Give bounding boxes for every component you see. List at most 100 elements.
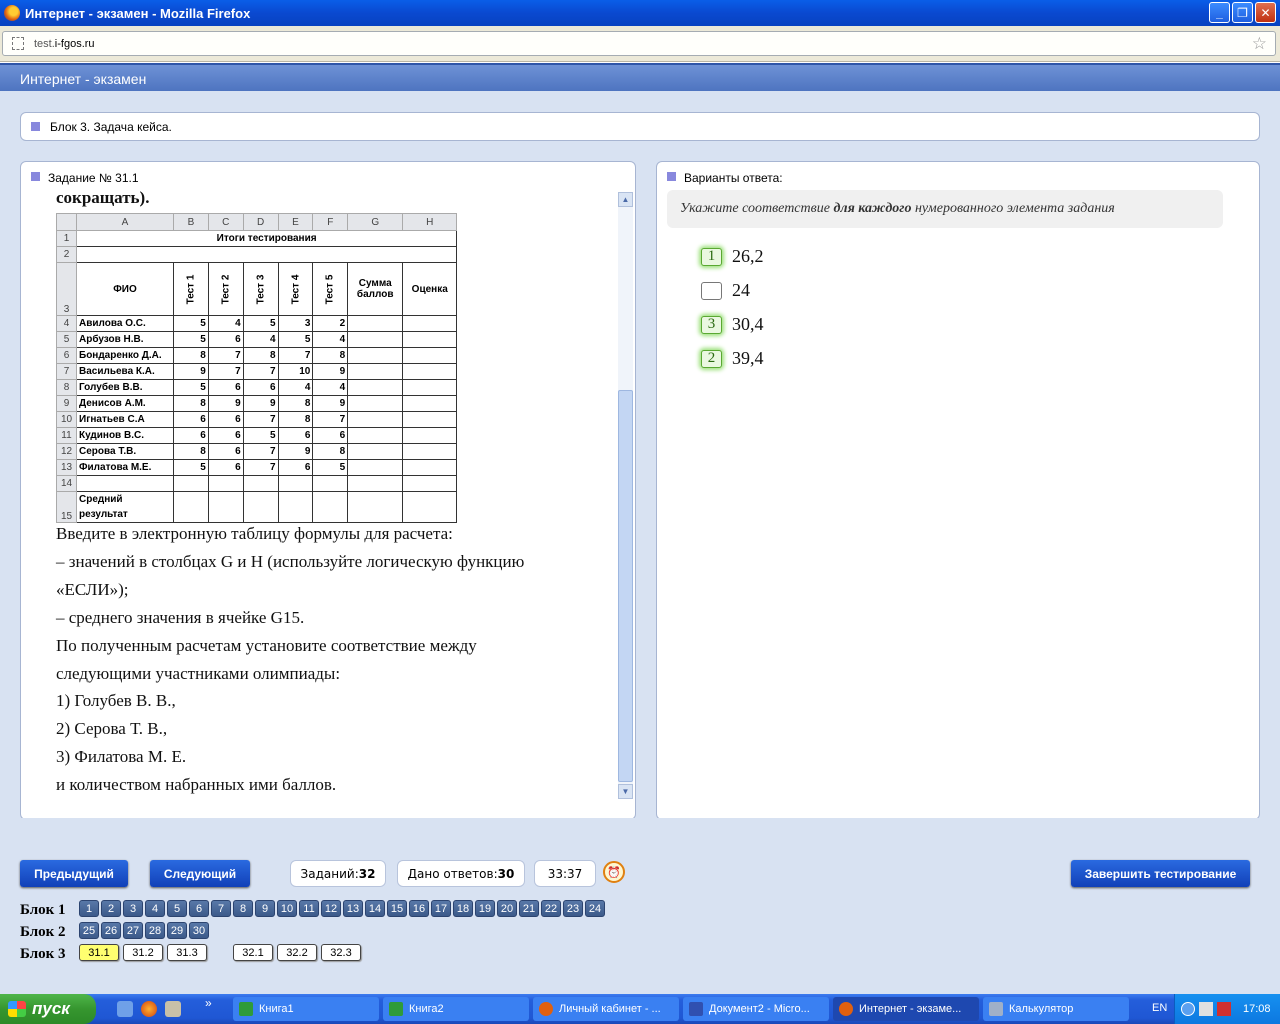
- tray-antivirus-icon[interactable]: [1217, 1002, 1231, 1016]
- spreadsheet-table: A B C D E F G H 1 Итоги тестирования 2 3…: [56, 213, 458, 523]
- header-test: Тест 1: [185, 274, 197, 304]
- answer-option[interactable]: 3 30,4: [701, 314, 764, 335]
- question-button[interactable]: 17: [431, 900, 451, 917]
- question-button[interactable]: 8: [233, 900, 253, 917]
- question-button[interactable]: 31.3: [167, 944, 207, 961]
- answer-mark-box[interactable]: [701, 281, 722, 300]
- sheet-row: 4 Авилова О.С. 5 4 5 3 2: [56, 315, 458, 332]
- question-button[interactable]: 14: [365, 900, 385, 917]
- question-button[interactable]: 3: [123, 900, 143, 917]
- question-button[interactable]: 11: [299, 900, 319, 917]
- close-button[interactable]: ✕: [1255, 2, 1276, 23]
- question-button[interactable]: 31.2: [123, 944, 163, 961]
- empty-cell: [347, 379, 404, 396]
- question-button[interactable]: 32.1: [233, 944, 273, 961]
- answer-mark-box[interactable]: 2: [701, 349, 722, 368]
- score-cell: 3: [277, 315, 314, 332]
- taskbar-item[interactable]: Книга2: [383, 997, 529, 1021]
- taskbar-item[interactable]: Личный кабинет - ...: [533, 997, 679, 1021]
- taskbar-item[interactable]: Калькулятор: [983, 997, 1129, 1021]
- score-cell: 9: [277, 443, 314, 460]
- score-cell: 7: [242, 443, 279, 460]
- question-button[interactable]: 16: [409, 900, 429, 917]
- quick-launch-chevron[interactable]: »: [205, 996, 212, 1010]
- start-button[interactable]: пуск: [0, 994, 96, 1024]
- question-button[interactable]: 4: [145, 900, 165, 917]
- question-button[interactable]: 20: [497, 900, 517, 917]
- tray-arrow-icon[interactable]: [1181, 1002, 1195, 1016]
- sheet-row: 9 Денисов А.М. 8 9 9 8 9: [56, 395, 458, 412]
- bullet-square-icon: [667, 172, 676, 181]
- timer: 33:37: [534, 860, 596, 887]
- question-button[interactable]: 22: [541, 900, 561, 917]
- column-header: E: [277, 213, 314, 231]
- row-number: 11: [56, 427, 77, 444]
- answer-mark-box[interactable]: 1: [701, 247, 722, 266]
- answer-mark-box[interactable]: 3: [701, 315, 722, 334]
- scroll-up-arrow-icon[interactable]: ▲: [618, 192, 633, 207]
- quick-launch-firefox-icon[interactable]: [141, 1001, 157, 1017]
- quick-launch-ie-icon[interactable]: [117, 1001, 133, 1017]
- url-text[interactable]: test.i-fgos.ru: [34, 38, 95, 50]
- score-cell: 6: [207, 427, 244, 444]
- question-button[interactable]: 13: [343, 900, 363, 917]
- question-button[interactable]: 32.3: [321, 944, 361, 961]
- score-cell: 7: [242, 459, 279, 476]
- question-button[interactable]: 1: [79, 900, 99, 917]
- language-indicator[interactable]: EN: [1152, 1002, 1167, 1014]
- question-button[interactable]: 25: [79, 922, 99, 939]
- question-button[interactable]: 23: [563, 900, 583, 917]
- task-line: и количеством набранных ими баллов.: [56, 775, 337, 795]
- question-button[interactable]: 7: [211, 900, 231, 917]
- column-header: A: [76, 213, 174, 231]
- question-button[interactable]: 2: [101, 900, 121, 917]
- question-button[interactable]: 18: [453, 900, 473, 917]
- answer-option[interactable]: 2 39,4: [701, 348, 764, 369]
- question-button[interactable]: 9: [255, 900, 275, 917]
- question-button[interactable]: 19: [475, 900, 495, 917]
- question-button[interactable]: 15: [387, 900, 407, 917]
- question-button-current[interactable]: 31.1: [79, 944, 119, 961]
- quick-launch-app-icon[interactable]: [165, 1001, 181, 1017]
- question-button[interactable]: 10: [277, 900, 297, 917]
- answers-panel: Варианты ответа: Укажите соответствие дл…: [656, 161, 1260, 820]
- prev-button[interactable]: Предыдущий: [20, 860, 128, 887]
- scroll-thumb[interactable]: [618, 390, 633, 782]
- question-button[interactable]: 21: [519, 900, 539, 917]
- sheet-title: Итоги тестирования: [75, 230, 458, 247]
- row-number: 1: [56, 230, 77, 247]
- column-header-row: A B C D E F G H: [56, 213, 458, 231]
- question-button[interactable]: 12: [321, 900, 341, 917]
- taskbar-item[interactable]: Книга1: [233, 997, 379, 1021]
- task-scrollbar[interactable]: ▲ ▼: [618, 192, 633, 799]
- question-button[interactable]: 27: [123, 922, 143, 939]
- minimize-button[interactable]: _: [1209, 2, 1230, 23]
- empty-cell: [402, 315, 458, 332]
- task-title: Задание № 31.1: [48, 171, 139, 185]
- question-button[interactable]: 32.2: [277, 944, 317, 961]
- answer-option[interactable]: 1 26,2: [701, 246, 764, 267]
- row-number: 12: [56, 443, 77, 460]
- bookmark-star-icon[interactable]: ☆: [1252, 34, 1267, 54]
- empty-cell: [347, 443, 404, 460]
- taskbar-item[interactable]: Документ2 - Micro...: [683, 997, 829, 1021]
- sheet-row: 7 Васильева К.А. 9 7 7 10 9: [56, 363, 458, 380]
- question-button[interactable]: 29: [167, 922, 187, 939]
- question-button[interactable]: 28: [145, 922, 165, 939]
- maximize-button[interactable]: ❐: [1232, 2, 1253, 23]
- question-button[interactable]: 5: [167, 900, 187, 917]
- answer-option[interactable]: 24: [701, 280, 750, 301]
- next-button[interactable]: Следующий: [150, 860, 250, 887]
- window-title: Интернет - экзамен - Mozilla Firefox: [25, 5, 251, 21]
- question-button[interactable]: 6: [189, 900, 209, 917]
- question-button[interactable]: 26: [101, 922, 121, 939]
- score-cell: 5: [277, 331, 314, 348]
- finish-test-button[interactable]: Завершить тестирование: [1071, 860, 1250, 887]
- tray-network-icon[interactable]: [1199, 1002, 1213, 1016]
- scroll-down-arrow-icon[interactable]: ▼: [618, 784, 633, 799]
- question-button[interactable]: 24: [585, 900, 605, 917]
- empty-cell: [75, 246, 458, 263]
- url-bar[interactable]: test.i-fgos.ru ☆: [2, 31, 1276, 56]
- taskbar-item-active[interactable]: Интернет - экзаме...: [833, 997, 979, 1021]
- question-button[interactable]: 30: [189, 922, 209, 939]
